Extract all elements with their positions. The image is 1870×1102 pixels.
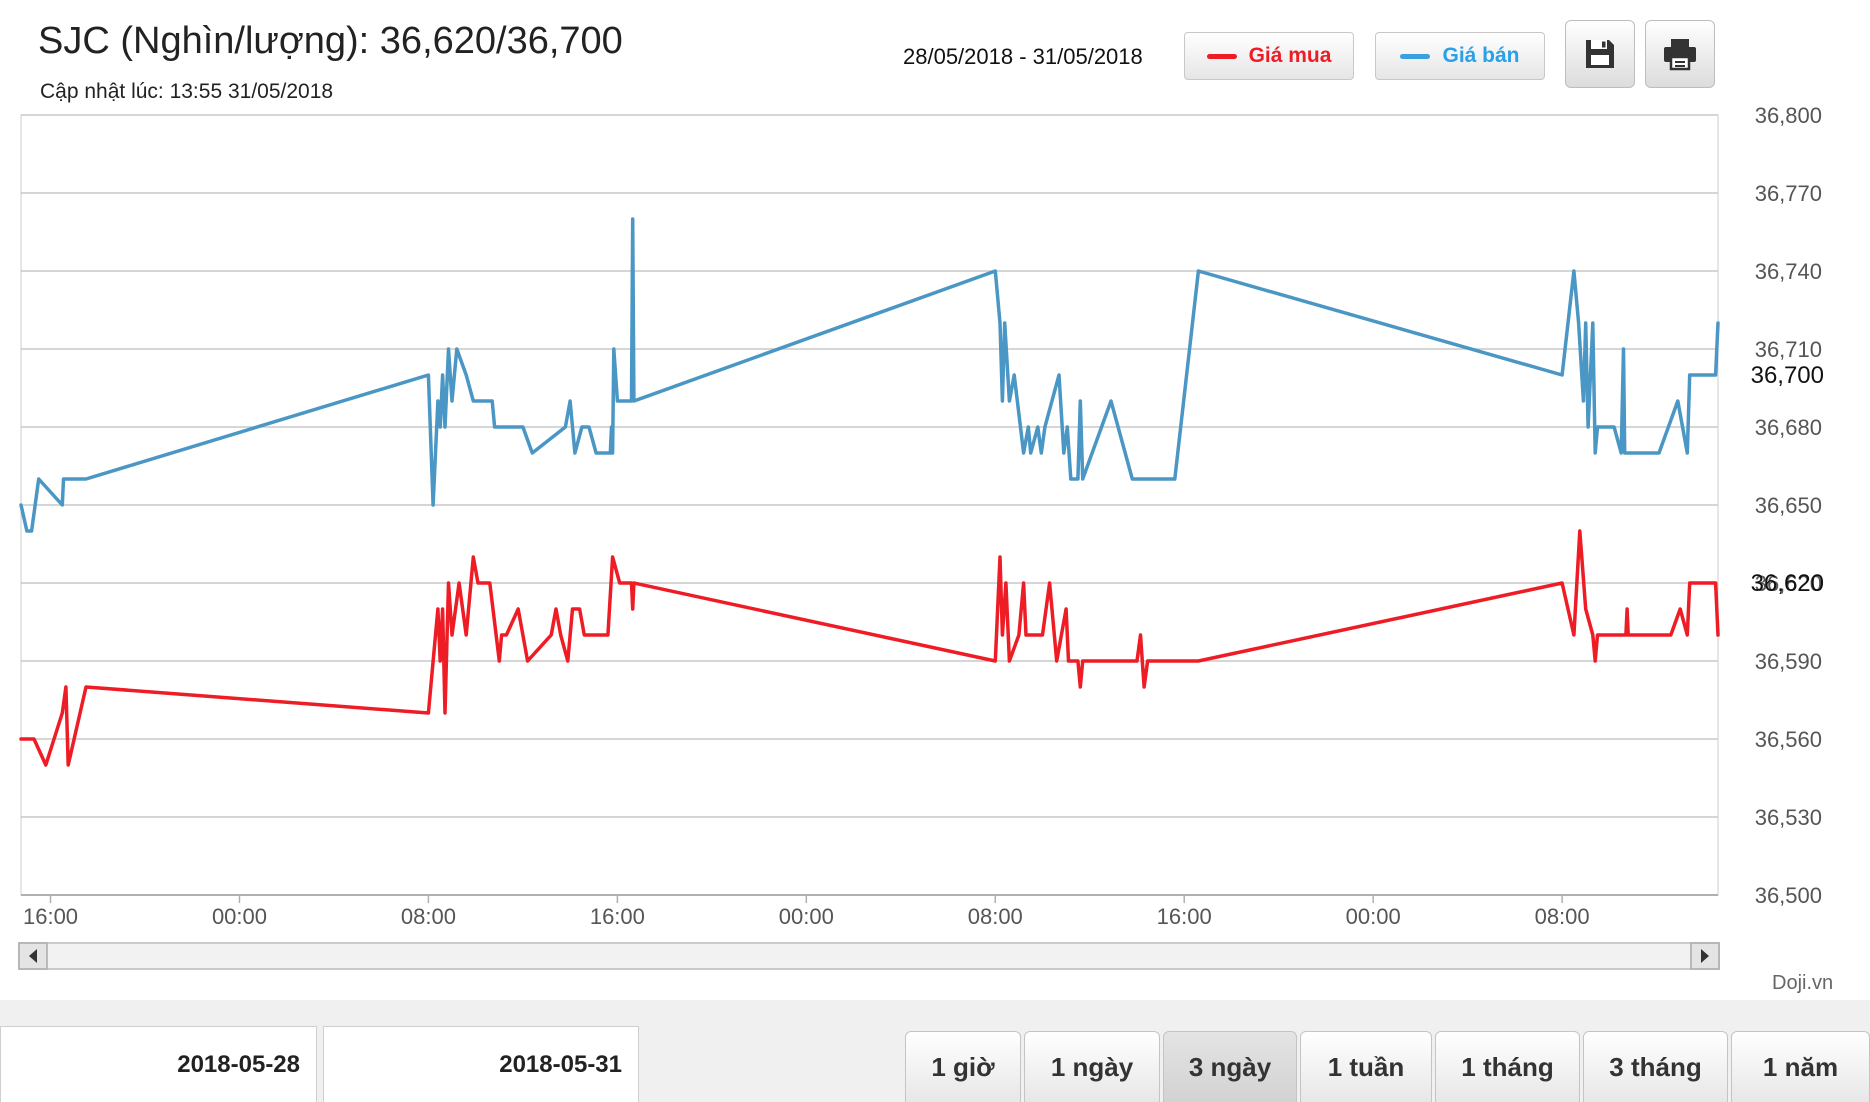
y-tick-label: 36,650 [1755,493,1822,518]
range-button-1-month[interactable]: 1 tháng [1435,1031,1580,1102]
y-tick-label: 36,680 [1755,415,1822,440]
range-button-1-week[interactable]: 1 tuần [1300,1031,1432,1102]
range-button-3-days[interactable]: 3 ngày [1163,1031,1297,1102]
brand-label: Doji.vn [1772,972,1834,994]
y-tick-label: 36,740 [1755,259,1822,284]
navigator-scrollbar[interactable] [18,942,1720,970]
y-tick-label: 36,710 [1755,337,1822,362]
x-tick-label: 00:00 [1346,904,1401,929]
y-tick-label: 36,800 [1755,103,1822,128]
start-date-input[interactable]: 2018-05-28 [0,1026,317,1102]
y-tick-label: 36,590 [1755,649,1822,674]
range-button-1-day[interactable]: 1 ngày [1024,1031,1160,1102]
current-sell-label: 36,700 [1751,362,1824,389]
range-button-1-hour[interactable]: 1 giờ [905,1031,1021,1102]
y-tick-label: 36,770 [1755,181,1822,206]
current-buy-label: 36,620 [1751,570,1824,597]
x-tick-label: 16:00 [23,904,78,929]
range-button-1-year[interactable]: 1 năm [1731,1031,1870,1102]
x-tick-label: 08:00 [968,904,1023,929]
x-tick-label: 00:00 [779,904,834,929]
y-tick-label: 36,500 [1755,883,1822,908]
x-tick-label: 08:00 [1535,904,1590,929]
price-chart: 36,500 36,530 36,560 36,590 36,620 36,650 36,6… [18,103,1824,970]
scrollbar-track[interactable] [18,942,1720,970]
end-date-input[interactable]: 2018-05-31 [323,1026,639,1102]
x-tick-label: 00:00 [212,904,267,929]
x-tick-label: 16:00 [590,904,645,929]
y-tick-label: 36,560 [1755,727,1822,752]
y-tick-label: 36,530 [1755,805,1822,830]
x-tick-label: 08:00 [401,904,456,929]
range-button-3-months[interactable]: 3 tháng [1583,1031,1728,1102]
x-tick-label: 16:00 [1157,904,1212,929]
